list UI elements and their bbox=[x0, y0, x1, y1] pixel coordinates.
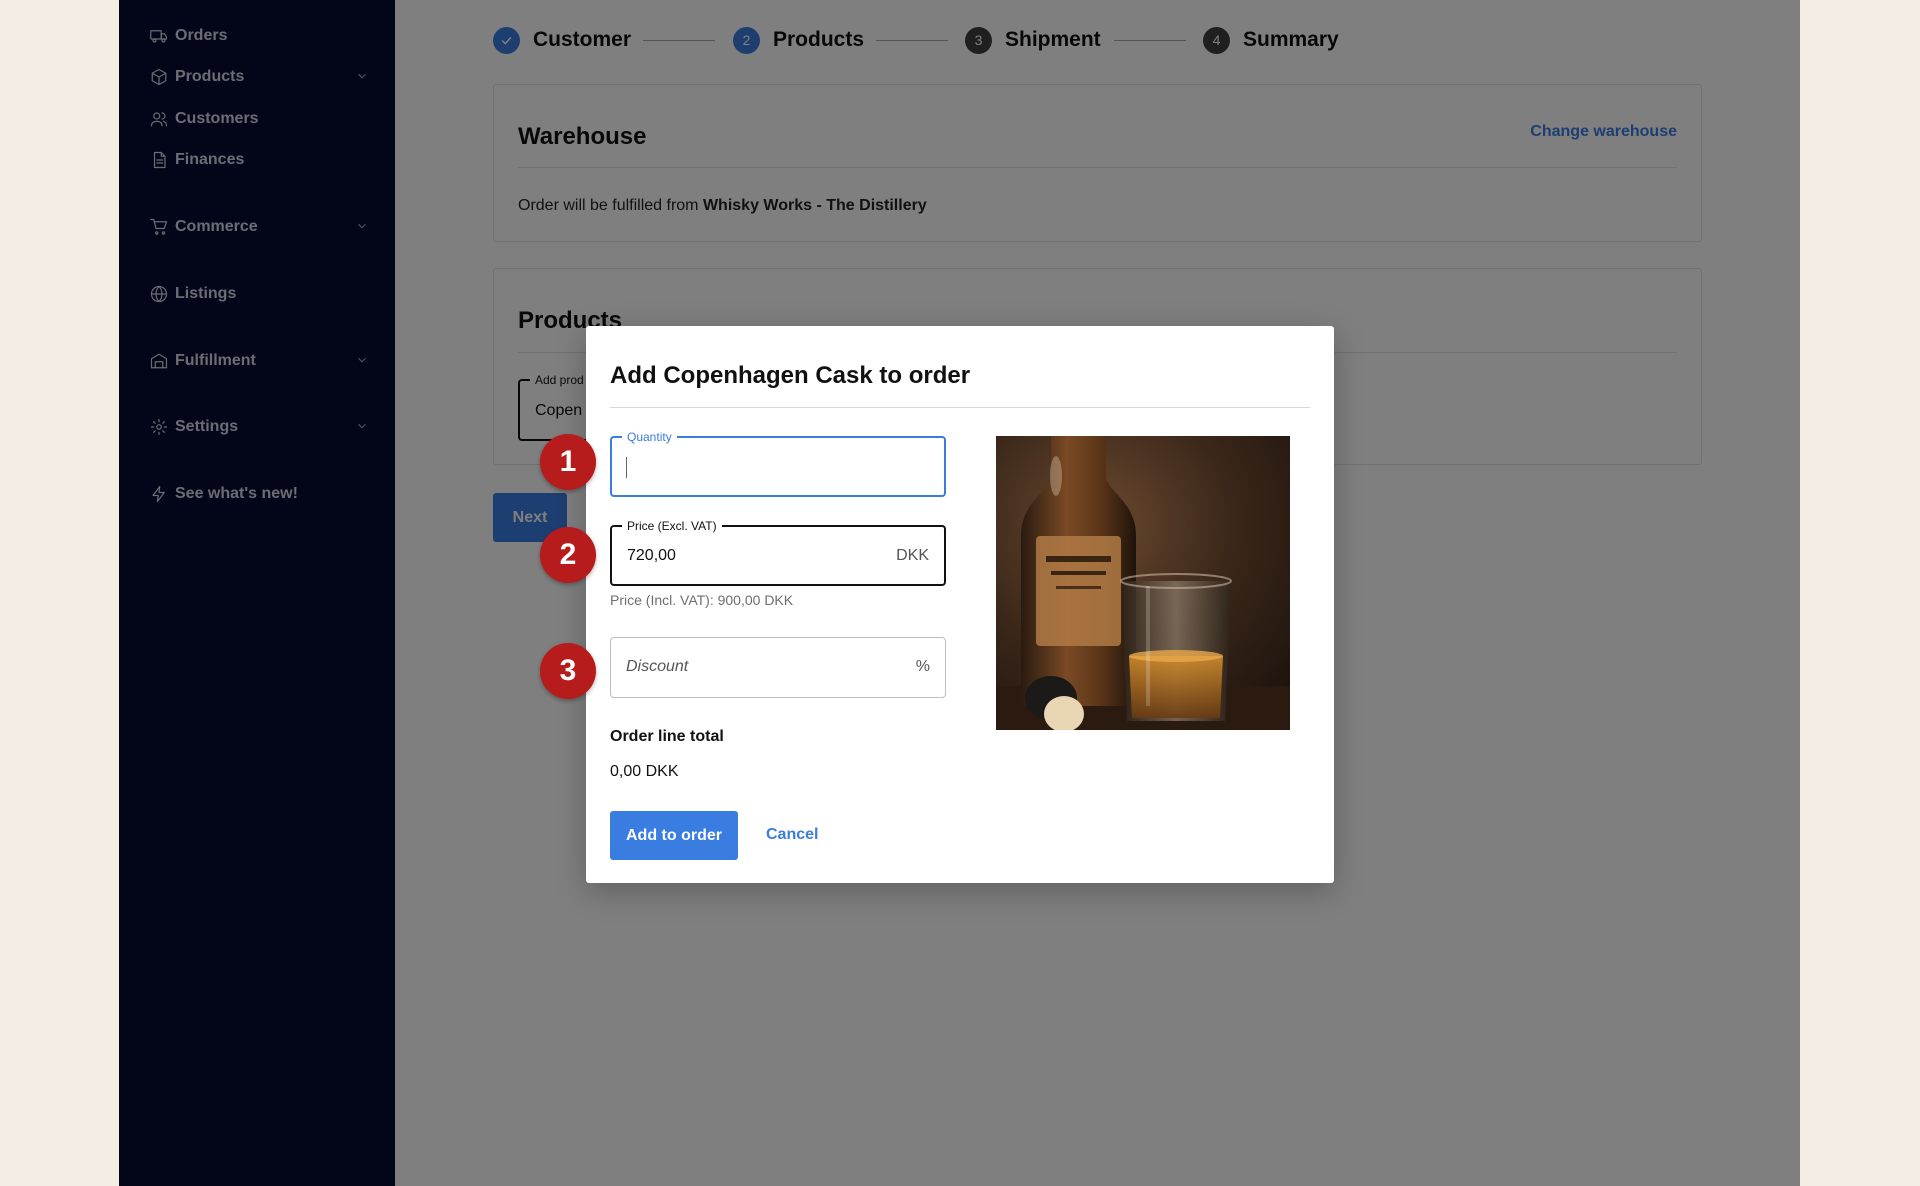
currency-suffix: DKK bbox=[896, 547, 929, 564]
discount-placeholder: Discount bbox=[626, 658, 689, 675]
product-image bbox=[996, 436, 1290, 730]
price-value: 720,00 bbox=[627, 547, 676, 564]
add-to-order-button[interactable]: Add to order bbox=[610, 811, 738, 860]
price-incl-vat-hint: Price (Incl. VAT): 900,00 DKK bbox=[610, 592, 794, 608]
divider bbox=[610, 407, 1310, 408]
price-field[interactable]: Price (Excl. VAT) 720,00 DKK bbox=[610, 518, 946, 586]
percent-suffix: % bbox=[915, 658, 930, 675]
text-cursor bbox=[626, 457, 627, 478]
step-badge: 2 bbox=[540, 527, 596, 583]
step-badge: 3 bbox=[540, 643, 596, 699]
add-product-modal: Add Copenhagen Cask to order Quantity Pr… bbox=[586, 326, 1334, 883]
order-line-total-label: Order line total bbox=[610, 728, 724, 745]
cancel-button[interactable]: Cancel bbox=[766, 826, 818, 844]
price-label: Price (Excl. VAT) bbox=[622, 518, 722, 534]
modal-title: Add Copenhagen Cask to order bbox=[610, 362, 971, 389]
discount-field[interactable]: Discount % bbox=[610, 637, 946, 698]
quantity-field[interactable]: Quantity bbox=[610, 429, 946, 497]
app-window: Orders Products Customers Finances Co bbox=[119, 0, 1800, 1186]
step-badge: 1 bbox=[540, 434, 596, 490]
quantity-label: Quantity bbox=[622, 429, 677, 445]
order-line-total-value: 0,00 DKK bbox=[610, 763, 679, 780]
